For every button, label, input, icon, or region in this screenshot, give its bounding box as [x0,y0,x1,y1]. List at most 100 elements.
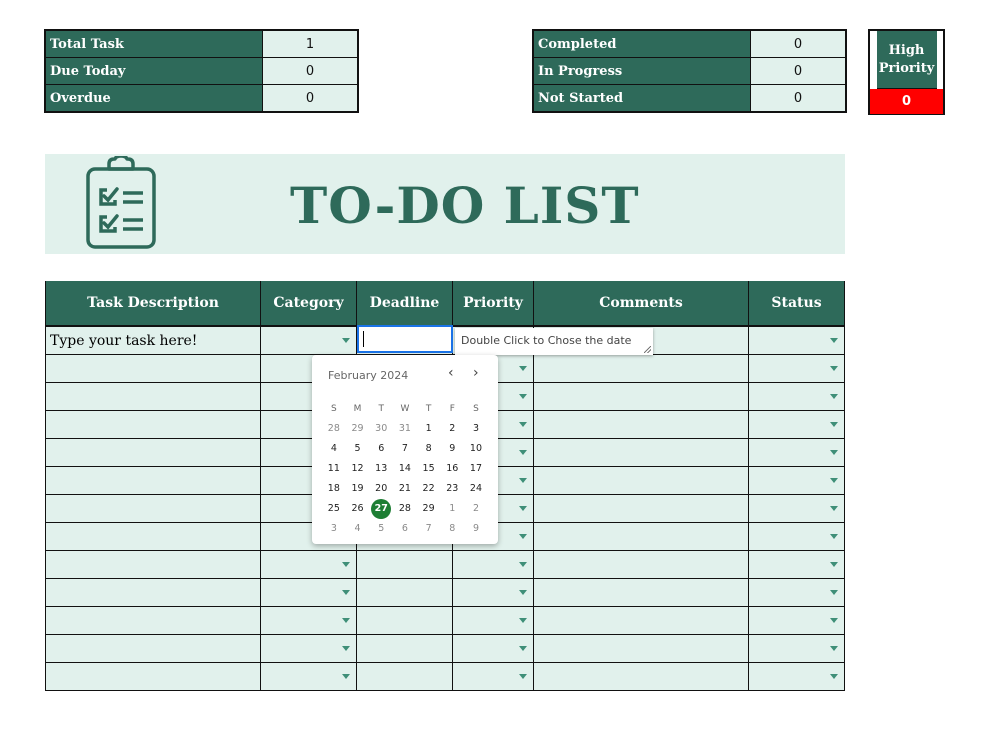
calendar-day[interactable]: 5 [346,439,370,459]
cell-status[interactable] [748,354,845,383]
calendar-day[interactable]: 1 [417,419,441,439]
calendar-day[interactable]: 9 [464,519,488,539]
cell-priority[interactable] [452,662,534,691]
calendar-day[interactable]: 6 [393,519,417,539]
cell-deadline[interactable] [356,578,453,607]
calendar-day[interactable]: 17 [464,459,488,479]
total-task-value[interactable]: 1 [262,29,359,58]
dropdown-arrow-icon[interactable] [519,534,527,539]
cell-category[interactable] [260,550,357,579]
dropdown-arrow-icon[interactable] [519,394,527,399]
cell-comments[interactable] [533,466,749,495]
dropdown-arrow-icon[interactable] [342,338,350,343]
cell-description[interactable] [45,466,261,495]
cell-comments[interactable] [533,410,749,439]
calendar-day[interactable]: 7 [393,439,417,459]
calendar-day[interactable]: 4 [346,519,370,539]
cell-deadline[interactable] [356,634,453,663]
cell-category[interactable] [260,325,357,355]
resize-grip-icon[interactable] [644,346,651,353]
calendar-day[interactable]: 26 [346,499,370,519]
cell-status[interactable] [748,382,845,411]
cell-status[interactable] [748,634,845,663]
calendar-day[interactable]: 4 [322,439,346,459]
calendar-day[interactable]: 14 [393,459,417,479]
dropdown-arrow-icon[interactable] [830,646,838,651]
calendar-day[interactable]: 29 [346,419,370,439]
calendar-day[interactable]: 22 [417,479,441,499]
cell-status[interactable] [748,410,845,439]
dropdown-arrow-icon[interactable] [519,618,527,623]
cell-comments[interactable] [533,494,749,523]
dropdown-arrow-icon[interactable] [519,562,527,567]
cell-status[interactable] [748,438,845,467]
due-today-value[interactable]: 0 [262,57,359,85]
dropdown-arrow-icon[interactable] [519,478,527,483]
cell-comments[interactable] [533,662,749,691]
calendar-day[interactable]: 31 [393,419,417,439]
cell-priority[interactable] [452,578,534,607]
calendar-day[interactable]: 30 [369,419,393,439]
calendar-day[interactable]: 20 [369,479,393,499]
calendar-day[interactable]: 24 [464,479,488,499]
cell-category[interactable] [260,606,357,635]
cell-description[interactable] [45,606,261,635]
cell-description[interactable] [45,522,261,551]
in-progress-value[interactable]: 0 [750,57,847,85]
calendar-day[interactable]: 9 [440,439,464,459]
cell-status[interactable] [748,662,845,691]
dropdown-arrow-icon[interactable] [830,478,838,483]
dropdown-arrow-icon[interactable] [830,366,838,371]
dropdown-arrow-icon[interactable] [342,562,350,567]
next-month-icon[interactable]: › [473,365,479,381]
dropdown-arrow-icon[interactable] [519,506,527,511]
calendar-day[interactable]: 10 [464,439,488,459]
cell-priority[interactable] [452,606,534,635]
dropdown-arrow-icon[interactable] [342,646,350,651]
calendar-day[interactable]: 5 [369,519,393,539]
cell-comments[interactable] [533,634,749,663]
calendar-day[interactable]: 13 [369,459,393,479]
cell-category[interactable] [260,578,357,607]
calendar-day[interactable]: 12 [346,459,370,479]
cell-deadline[interactable] [356,606,453,635]
dropdown-arrow-icon[interactable] [830,534,838,539]
cell-comments[interactable] [533,382,749,411]
cell-comments[interactable] [533,438,749,467]
cell-description[interactable] [45,578,261,607]
calendar-day[interactable]: 28 [322,419,346,439]
dropdown-arrow-icon[interactable] [830,562,838,567]
dropdown-arrow-icon[interactable] [342,618,350,623]
prev-month-icon[interactable]: ‹ [448,365,454,381]
dropdown-arrow-icon[interactable] [342,674,350,679]
dropdown-arrow-icon[interactable] [519,646,527,651]
calendar-day[interactable]: 3 [464,419,488,439]
dropdown-arrow-icon[interactable] [342,590,350,595]
cell-status[interactable] [748,494,845,523]
dropdown-arrow-icon[interactable] [830,590,838,595]
dropdown-arrow-icon[interactable] [830,674,838,679]
calendar-day[interactable]: 6 [369,439,393,459]
cell-description[interactable] [45,634,261,663]
cell-description[interactable] [45,410,261,439]
high-priority-value[interactable]: 0 [870,89,943,114]
cell-status[interactable] [748,550,845,579]
dropdown-arrow-icon[interactable] [519,366,527,371]
cell-description[interactable] [45,494,261,523]
cell-category[interactable] [260,634,357,663]
completed-value[interactable]: 0 [750,29,847,58]
cell-comments[interactable] [533,606,749,635]
dropdown-arrow-icon[interactable] [519,422,527,427]
cell-deadline[interactable] [356,662,453,691]
cell-description[interactable] [45,354,261,383]
calendar-day[interactable]: 21 [393,479,417,499]
cell-comments[interactable] [533,550,749,579]
calendar-day[interactable]: 7 [417,519,441,539]
dropdown-arrow-icon[interactable] [830,422,838,427]
dropdown-arrow-icon[interactable] [830,618,838,623]
cell-description[interactable]: Type your task here! [45,325,261,355]
cell-priority[interactable] [452,634,534,663]
calendar-day[interactable]: 2 [440,419,464,439]
dropdown-arrow-icon[interactable] [830,394,838,399]
cell-status[interactable] [748,325,845,355]
